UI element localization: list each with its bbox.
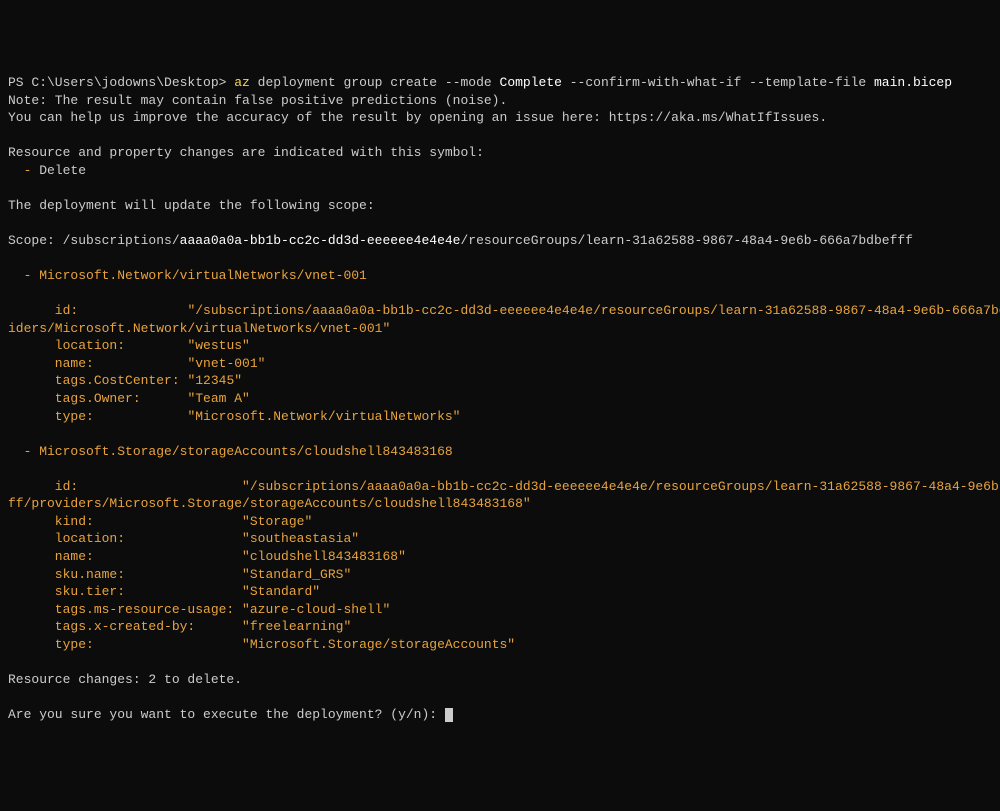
blank-line [8,250,992,268]
property-line: location: "westus" [8,337,992,355]
blank-line [8,127,992,145]
property-line: ff/providers/Microsoft.Storage/storageAc… [8,495,992,513]
property-line: name: "cloudshell843483168" [8,548,992,566]
property-line: tags.ms-resource-usage: "azure-cloud-she… [8,601,992,619]
property-line: id: "/subscriptions/aaaa0a0a-bb1b-cc2c-d… [8,302,992,320]
summary-line: Resource changes: 2 to delete. [8,671,992,689]
scope-line: Scope: /subscriptions/aaaa0a0a-bb1b-cc2c… [8,232,992,250]
blank-line [8,285,992,303]
property-line: location: "southeastasia" [8,530,992,548]
blank-line [8,688,992,706]
confirm-prompt[interactable]: Are you sure you want to execute the dep… [8,706,992,724]
property-line: sku.name: "Standard_GRS" [8,566,992,584]
blank-line [8,425,992,443]
resource-header: - Microsoft.Network/virtualNetworks/vnet… [8,267,992,285]
note-line: You can help us improve the accuracy of … [8,109,992,127]
property-line: kind: "Storage" [8,513,992,531]
note-line: Note: The result may contain false posit… [8,92,992,110]
delete-indicator: - Delete [8,162,992,180]
resource-header: - Microsoft.Storage/storageAccounts/clou… [8,443,992,461]
blank-line [8,460,992,478]
blank-line [8,215,992,233]
property-line: tags.Owner: "Team A" [8,390,992,408]
scope-intro: The deployment will update the following… [8,197,992,215]
property-line: type: "Microsoft.Storage/storageAccounts… [8,636,992,654]
terminal-output[interactable]: PS C:\Users\jodowns\Desktop> az deployme… [8,74,992,723]
property-line: id: "/subscriptions/aaaa0a0a-bb1b-cc2c-d… [8,478,992,496]
command-line: PS C:\Users\jodowns\Desktop> az deployme… [8,74,992,92]
indicator-header: Resource and property changes are indica… [8,144,992,162]
property-line: tags.x-created-by: "freelearning" [8,618,992,636]
property-line: type: "Microsoft.Network/virtualNetworks… [8,408,992,426]
blank-line [8,179,992,197]
property-line: sku.tier: "Standard" [8,583,992,601]
property-line: iders/Microsoft.Network/virtualNetworks/… [8,320,992,338]
property-line: tags.CostCenter: "12345" [8,372,992,390]
property-line: name: "vnet-001" [8,355,992,373]
blank-line [8,653,992,671]
cursor-icon [445,708,453,722]
